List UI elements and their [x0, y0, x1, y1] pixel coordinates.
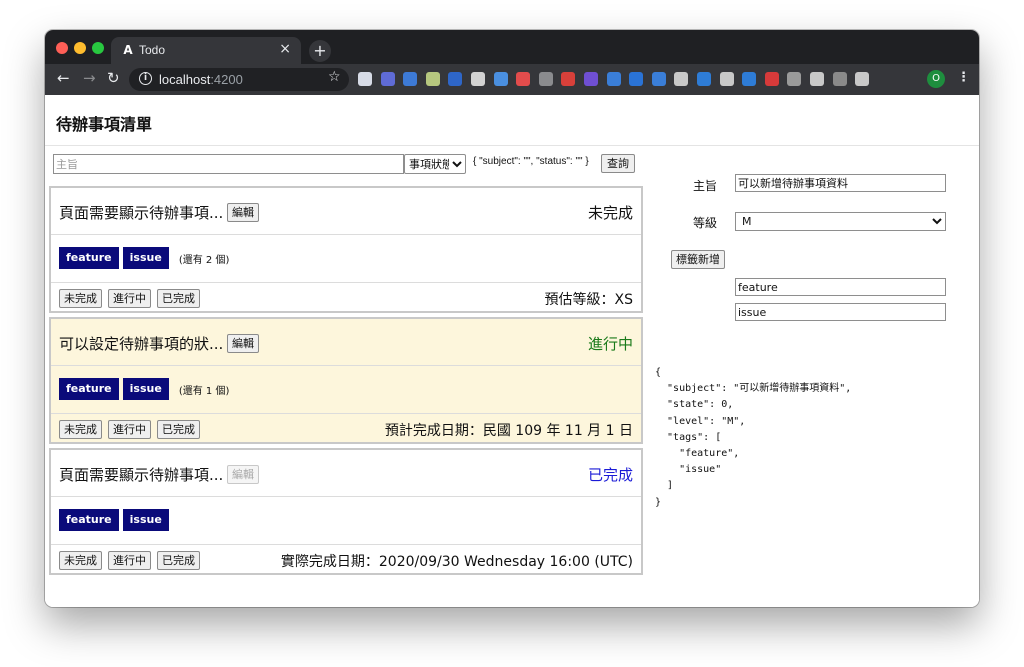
todo-subject: 頁面需要顯示待辦事項...	[59, 466, 224, 484]
form-subject-input[interactable]	[735, 174, 946, 192]
form-json-output: { "subject": "可以新增待辦事項資料", "state": 0, "…	[655, 367, 852, 508]
new-tab-button[interactable]: +	[309, 40, 331, 62]
tag-badge: issue	[122, 247, 169, 269]
minimize-window-button[interactable]	[74, 42, 86, 54]
set-done-button[interactable]: 已完成	[157, 420, 200, 439]
edit-button[interactable]: 編輯	[227, 334, 259, 353]
estimate-level: 預估等級：XS	[544, 292, 633, 308]
address-bar[interactable]: i localhost:4200	[129, 68, 349, 91]
todo-card-footer: 未完成 進行中 已完成 預計完成日期：民國 109 年 11 月 1 日	[51, 413, 641, 443]
edit-button-disabled: 編輯	[227, 465, 259, 484]
tab-title: Todo	[139, 43, 166, 57]
cloud-icon[interactable]	[651, 72, 666, 86]
todo-subject: 頁面需要顯示待辦事項...	[59, 204, 224, 222]
box-icon[interactable]	[787, 72, 802, 86]
set-inprogress-button[interactable]: 進行中	[108, 420, 151, 439]
form-level-label: 等級	[693, 216, 718, 230]
todo-card: 頁面需要顯示待辦事項... 編輯 已完成 feature issue 未完成 進行…	[49, 448, 643, 575]
todo-card: 可以設定待辦事項的狀... 編輯 進行中 feature issue (還有 1 個…	[49, 317, 643, 444]
todo-tags: feature issue (還有 1 個)	[59, 378, 229, 402]
tag-badge: feature	[59, 247, 119, 269]
page-content: 待辦事項清單 事項狀態 { "subject": "", "status": "…	[45, 95, 979, 607]
page-title: 待辦事項清單	[56, 115, 153, 134]
profile-avatar[interactable]: O	[927, 70, 945, 88]
back-icon[interactable]: ←	[57, 69, 70, 87]
set-todo-button[interactable]: 未完成	[59, 551, 102, 570]
todo-status: 已完成	[587, 466, 633, 484]
tag-badge: issue	[122, 378, 169, 400]
todo-subject: 可以設定待辦事項的狀...	[59, 335, 224, 353]
browser-tab[interactable]: A Todo ×	[111, 37, 301, 64]
angular-icon: A	[123, 43, 133, 57]
new-badge-icon[interactable]	[448, 72, 463, 86]
status-select[interactable]: 事項狀態	[404, 154, 466, 174]
puzzle-icon[interactable]	[855, 72, 870, 86]
more-menu-icon[interactable]: ⋮	[957, 70, 970, 85]
actual-finish-date: 實際完成日期：2020/09/30 Wednesday 16:00 (UTC)	[280, 554, 633, 570]
todo-card-footer: 未完成 進行中 已完成 預估等級：XS	[51, 282, 641, 312]
forward-icon[interactable]: →	[83, 69, 96, 87]
tab-close-icon[interactable]: ×	[279, 41, 291, 57]
bracket-icon[interactable]	[538, 72, 553, 86]
set-todo-button[interactable]: 未完成	[59, 420, 102, 439]
divider	[45, 145, 979, 146]
form-level-select[interactable]: M	[735, 212, 946, 231]
tab-strip: A Todo × +	[45, 30, 979, 64]
close-window-button[interactable]	[56, 42, 68, 54]
url-text: localhost:4200	[159, 72, 243, 87]
bars-icon[interactable]	[719, 72, 734, 86]
browser-toolbar: ← → ↻ i localhost:4200 ☆ O ⋮	[45, 64, 979, 95]
block-icon[interactable]	[516, 72, 531, 86]
todo-tags: feature issue (還有 2 個)	[59, 247, 229, 271]
onenote-icon[interactable]	[380, 72, 395, 86]
more-tags-count: (還有 1 個)	[178, 385, 230, 397]
gem-icon[interactable]	[358, 72, 372, 86]
phone-icon[interactable]	[832, 72, 847, 86]
form-subject-label: 主旨	[693, 179, 718, 193]
bookmark-star-icon[interactable]: ☆	[328, 69, 341, 85]
blue-icon[interactable]	[629, 72, 644, 86]
set-done-button[interactable]: 已完成	[157, 289, 200, 308]
card-icon[interactable]	[493, 72, 508, 86]
set-inprogress-button[interactable]: 進行中	[108, 289, 151, 308]
ghost-icon[interactable]	[674, 72, 689, 86]
set-done-button[interactable]: 已完成	[157, 551, 200, 570]
form-tag-input[interactable]	[735, 303, 946, 321]
todo-tags: feature issue	[59, 509, 173, 533]
form-tag-input[interactable]	[735, 278, 946, 296]
tag-badge: feature	[59, 378, 119, 400]
figure-icon[interactable]	[584, 72, 598, 86]
todo-card-header: 可以設定待辦事項的狀... 編輯 進行中	[51, 319, 641, 366]
trello-icon[interactable]	[697, 72, 711, 86]
query-button[interactable]: 查詢	[601, 154, 635, 173]
add-tag-button[interactable]: 標籤新增	[671, 250, 725, 269]
edit-button[interactable]: 編輯	[227, 203, 259, 222]
search-subject-input[interactable]	[53, 154, 404, 174]
info-icon[interactable]: i	[139, 72, 152, 85]
check-icon[interactable]	[810, 72, 824, 86]
maximize-window-button[interactable]	[92, 42, 104, 54]
todo-status: 未完成	[587, 204, 633, 222]
leaf-icon[interactable]	[425, 72, 440, 86]
kanji-icon[interactable]	[471, 72, 485, 86]
tag-badge: feature	[59, 509, 119, 531]
set-inprogress-button[interactable]: 進行中	[108, 551, 151, 570]
todo-card-footer: 未完成 進行中 已完成 實際完成日期：2020/09/30 Wednesday …	[51, 544, 641, 574]
browser-window: A Todo × + ← → ↻ i localhost:4200 ☆ O ⋮ …	[45, 30, 979, 607]
trello-icon-2[interactable]	[742, 72, 757, 86]
reload-icon[interactable]: ↻	[107, 69, 120, 87]
tag-badge: issue	[122, 509, 169, 531]
query-json-display: { "subject": "", "status": "" }	[473, 156, 589, 167]
compass-icon[interactable]	[403, 72, 418, 86]
expected-finish-date: 預計完成日期：民國 109 年 11 月 1 日	[384, 423, 633, 439]
todo-card: 頁面需要顯示待辦事項... 編輯 未完成 feature issue (還有 2 個…	[49, 186, 643, 313]
todo-card-header: 頁面需要顯示待辦事項... 編輯 已完成	[51, 450, 641, 497]
calendar-icon[interactable]	[561, 72, 576, 86]
more-tags-count: (還有 2 個)	[178, 254, 230, 266]
todo-status: 進行中	[587, 335, 633, 353]
abp-icon[interactable]	[764, 72, 779, 86]
todo-card-header: 頁面需要顯示待辦事項... 編輯 未完成	[51, 188, 641, 235]
set-todo-button[interactable]: 未完成	[59, 289, 102, 308]
screen-icon[interactable]	[606, 72, 621, 86]
